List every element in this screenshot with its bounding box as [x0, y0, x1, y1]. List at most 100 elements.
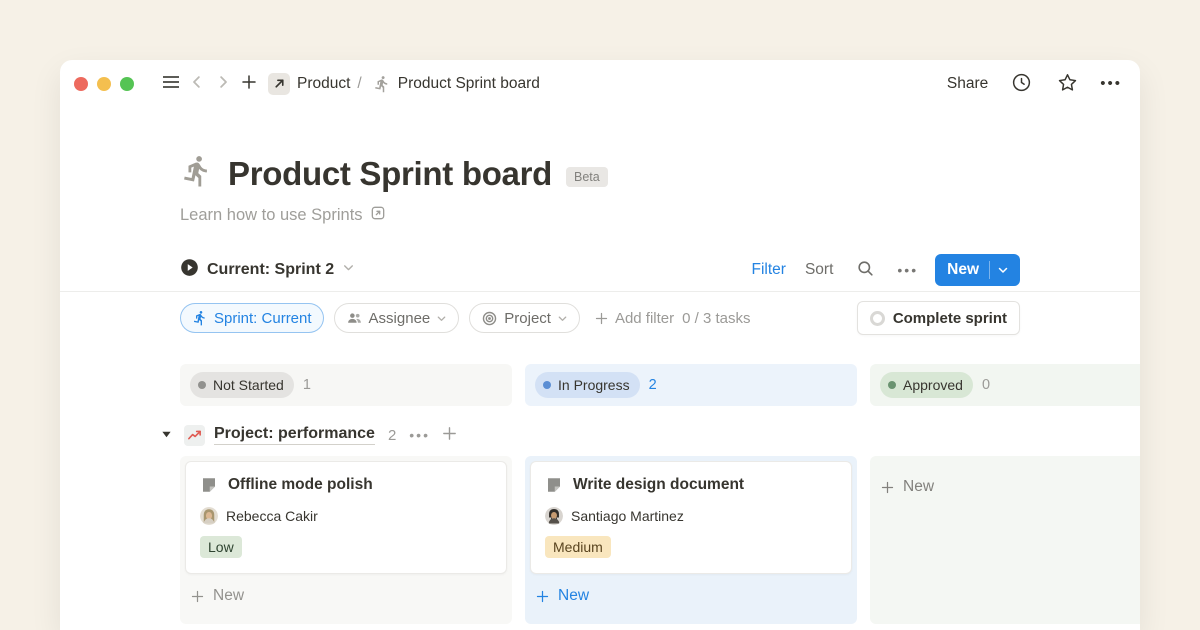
- panel-approved: New: [870, 456, 1140, 624]
- task-progress: 0 / 3 tasks: [682, 310, 750, 327]
- history-button[interactable]: [1008, 71, 1034, 97]
- breadcrumb-page[interactable]: Product Sprint board: [398, 75, 540, 93]
- plus-icon: [535, 589, 550, 604]
- group-count: 2: [388, 427, 396, 444]
- priority-tag: Low: [200, 536, 242, 558]
- chevron-left-icon: [188, 73, 206, 94]
- status-label: Not Started: [213, 377, 284, 393]
- new-button-label: New: [947, 261, 989, 279]
- status-pill: In Progress: [535, 372, 640, 398]
- workspace-arrow-icon: [268, 73, 290, 95]
- plus-icon: [190, 589, 205, 604]
- filter-button[interactable]: Filter: [752, 261, 786, 279]
- beta-badge: Beta: [566, 167, 608, 187]
- runner-icon: [373, 75, 391, 93]
- sprint-chip-label: Sprint: Current: [214, 310, 312, 327]
- page-content: Product Sprint board Beta Learn how to u…: [60, 154, 1140, 624]
- chevron-down-icon: [342, 261, 355, 279]
- sort-button[interactable]: Sort: [805, 261, 833, 279]
- people-icon: [346, 310, 363, 327]
- group-more-button[interactable]: •••: [409, 427, 430, 443]
- board-column-headers: Not Started 1 In Progress 2: [180, 364, 1140, 406]
- search-icon: [856, 259, 875, 281]
- target-icon: [481, 310, 498, 327]
- plus-icon: [880, 480, 895, 495]
- assignee-filter-chip[interactable]: Assignee: [334, 303, 460, 333]
- complete-sprint-button[interactable]: Complete sprint: [857, 301, 1020, 335]
- external-link-icon: [370, 205, 386, 226]
- page-runner-icon[interactable]: [180, 154, 214, 193]
- breadcrumb-workspace[interactable]: Product: [297, 75, 350, 93]
- new-task-button-approved[interactable]: New: [870, 456, 1140, 496]
- column-count: 1: [303, 377, 311, 393]
- hamburger-icon: [161, 72, 181, 95]
- add-filter-label: Add filter: [615, 310, 674, 327]
- new-button[interactable]: New: [935, 254, 1020, 286]
- column-header-in-progress[interactable]: In Progress 2: [525, 364, 857, 406]
- avatar-santiago: [545, 507, 563, 525]
- column-header-not-started[interactable]: Not Started 1: [180, 364, 512, 406]
- assignee-name: Rebecca Cakir: [226, 508, 318, 524]
- share-button[interactable]: Share: [947, 75, 988, 93]
- view-toolbar: Current: Sprint 2 Filter Sort •••: [180, 248, 1020, 292]
- breadcrumb: Product / Product Sprint board: [268, 73, 540, 95]
- complete-sprint-label: Complete sprint: [893, 310, 1007, 327]
- sprint-board: Not Started 1 In Progress 2: [180, 364, 1020, 624]
- nav-back-button[interactable]: [184, 71, 210, 97]
- panel-in-progress: Write design document Santiago Martinez …: [525, 456, 857, 624]
- star-icon: [1057, 72, 1078, 96]
- chevron-down-icon[interactable]: [990, 264, 1016, 276]
- close-window-button[interactable]: [74, 77, 88, 91]
- window-topbar: Product / Product Sprint board Share: [60, 60, 1140, 107]
- minimize-window-button[interactable]: [97, 77, 111, 91]
- new-task-label: New: [213, 587, 244, 605]
- group-label[interactable]: Project: performance: [214, 425, 375, 445]
- new-task-label: New: [903, 478, 934, 496]
- search-button[interactable]: [852, 257, 878, 283]
- view-more-button[interactable]: •••: [897, 262, 918, 278]
- sprint-filter-chip[interactable]: Sprint: Current: [180, 303, 324, 333]
- group-collapse-toggle[interactable]: [157, 426, 175, 444]
- app-window: Product / Product Sprint board Share: [60, 60, 1140, 630]
- project-filter-chip[interactable]: Project: [469, 303, 580, 333]
- clock-icon: [1011, 72, 1032, 96]
- new-task-label: New: [558, 587, 589, 605]
- help-link[interactable]: Learn how to use Sprints: [180, 205, 386, 226]
- priority-tag: Medium: [545, 536, 611, 558]
- view-selector[interactable]: Current: Sprint 2: [180, 258, 355, 282]
- topbar-actions: Share •••: [947, 71, 1122, 97]
- new-task-button-in-progress[interactable]: New: [525, 579, 857, 613]
- status-pill: Not Started: [190, 372, 294, 398]
- page-document-icon: [545, 476, 563, 494]
- assignee-chip-label: Assignee: [369, 310, 431, 327]
- add-filter-button[interactable]: Add filter: [594, 310, 674, 327]
- task-card-offline-mode-polish[interactable]: Offline mode polish Rebecca Cakir Low: [185, 461, 507, 574]
- maximize-window-button[interactable]: [120, 77, 134, 91]
- triangle-down-icon: [161, 428, 172, 443]
- runner-icon: [192, 310, 208, 326]
- column-count: 0: [982, 377, 990, 393]
- view-actions: Filter Sort ••• New: [752, 254, 1020, 286]
- chevron-down-icon: [557, 313, 568, 324]
- status-dot-icon: [888, 381, 896, 389]
- plus-icon: [594, 311, 609, 326]
- avatar-rebecca: [200, 507, 218, 525]
- task-card-write-design-document[interactable]: Write design document Santiago Martinez …: [530, 461, 852, 574]
- new-task-button-not-started[interactable]: New: [180, 579, 512, 613]
- sidebar-menu-button[interactable]: [158, 71, 184, 97]
- status-label: Approved: [903, 377, 963, 393]
- topbar-more-button[interactable]: •••: [1100, 75, 1122, 92]
- page-title-row: Product Sprint board Beta: [180, 154, 1020, 193]
- column-header-approved[interactable]: Approved 0: [870, 364, 1140, 406]
- favorite-button[interactable]: [1054, 71, 1080, 97]
- new-page-button[interactable]: [236, 71, 262, 97]
- page-title[interactable]: Product Sprint board: [228, 155, 552, 193]
- status-label: In Progress: [558, 377, 630, 393]
- plus-icon: [240, 73, 258, 94]
- status-dot-icon: [198, 381, 206, 389]
- group-add-button[interactable]: [439, 425, 460, 445]
- play-circle-icon: [180, 258, 199, 282]
- nav-forward-button[interactable]: [210, 71, 236, 97]
- progress-ring-icon: [870, 311, 885, 326]
- status-dot-icon: [543, 381, 551, 389]
